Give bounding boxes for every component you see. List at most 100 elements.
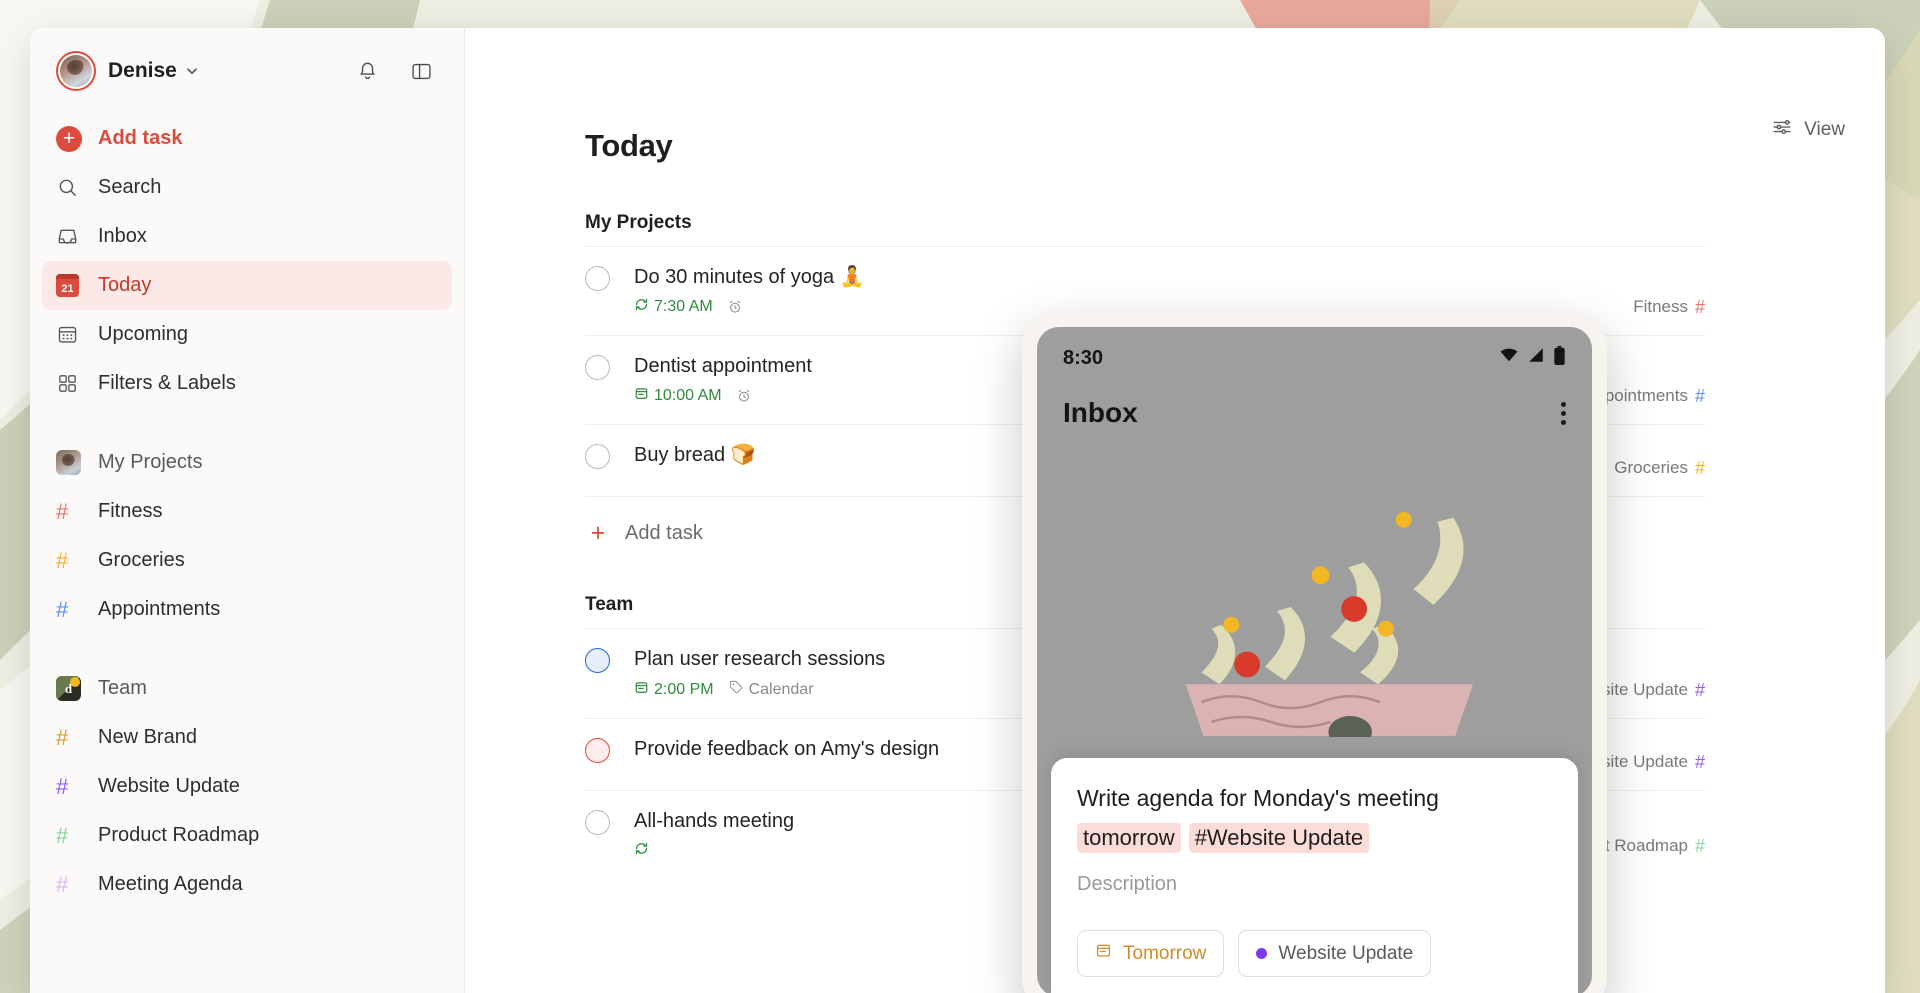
status-time: 8:30: [1063, 346, 1104, 369]
task-project-label: Fitness: [1633, 297, 1688, 316]
quick-add-actions: Tomorrow Website Update: [1077, 930, 1552, 977]
description-field[interactable]: Description: [1077, 873, 1552, 896]
phone-header: Inbox: [1037, 371, 1592, 429]
chip-date[interactable]: tomorrow: [1077, 823, 1181, 853]
phone-screen: 8:30 Inbox Write agenda for Monday's mee…: [1037, 327, 1592, 993]
task-label-text: Calendar: [748, 680, 814, 698]
calendar-icon: [634, 386, 649, 406]
hash-icon: #: [56, 773, 69, 799]
task-due-label: 10:00 AM: [654, 387, 722, 404]
sidebar-nav: + Add task Search Inbox 21 Today Upcomin…: [30, 114, 464, 909]
sidebar-group-label: Team: [98, 677, 147, 699]
hash-icon: #: [56, 822, 69, 848]
sidebar-item-upcoming[interactable]: Upcoming: [42, 310, 452, 359]
hash-icon: #: [1694, 752, 1705, 772]
sidebar-project-product-roadmap[interactable]: # Product Roadmap: [42, 811, 452, 860]
task-project-badge[interactable]: Fitness #: [1633, 297, 1705, 317]
task-checkbox[interactable]: [585, 810, 610, 835]
task-checkbox[interactable]: [585, 266, 610, 291]
filters-labels-icon: [56, 372, 86, 395]
sidebar-project-website-update[interactable]: # Website Update: [42, 762, 452, 811]
sidebar: Denise + Add task Search Inbox 21 Today …: [30, 28, 465, 993]
hash-icon: #: [56, 596, 69, 622]
project-select-button[interactable]: Website Update: [1238, 930, 1432, 977]
alarm-icon: [736, 388, 752, 404]
view-button[interactable]: View: [1771, 116, 1845, 144]
quick-add-task-sheet: Write agenda for Monday's meeting tomorr…: [1051, 758, 1578, 993]
team-workspace-icon: d: [56, 676, 86, 701]
bell-icon[interactable]: [350, 54, 384, 88]
sidebar-item-filters-labels[interactable]: Filters & Labels: [42, 359, 452, 408]
task-due-label: 7:30 AM: [654, 298, 713, 315]
kebab-menu-icon[interactable]: [1561, 401, 1566, 425]
recurring-icon: [634, 841, 649, 856]
my-projects-avatar: [56, 450, 86, 475]
phone-status-bar: 8:30: [1037, 327, 1592, 371]
hash-icon: #: [56, 871, 69, 897]
add-task-label: Add task: [625, 522, 703, 544]
sidebar-item-today[interactable]: 21 Today: [42, 261, 452, 310]
task-checkbox[interactable]: [585, 444, 610, 469]
calendar-grid-icon: [56, 323, 86, 346]
hash-icon: #: [1694, 386, 1705, 406]
task-label: Calendar: [728, 679, 814, 700]
sidebar-header: Denise: [30, 28, 464, 114]
sidebar-group-label: My Projects: [98, 451, 203, 473]
sidebar-project-appointments[interactable]: # Appointments: [42, 585, 452, 634]
calendar-icon: [1095, 942, 1112, 965]
page-title: Today: [585, 128, 673, 163]
sidebar-item-search[interactable]: Search: [42, 163, 452, 212]
sidebar-group-my-projects[interactable]: My Projects: [42, 438, 452, 487]
sidebar-project-groceries[interactable]: # Groceries: [42, 536, 452, 585]
task-title: Do 30 minutes of yoga 🧘: [634, 266, 865, 288]
hash-icon: #: [56, 724, 69, 750]
sidebar-project-meeting-agenda[interactable]: # Meeting Agenda: [42, 860, 452, 909]
hash-icon: #: [56, 547, 69, 573]
due-date-button[interactable]: Tomorrow: [1077, 930, 1225, 977]
user-name: Denise: [108, 59, 177, 82]
task-checkbox[interactable]: [585, 355, 610, 380]
hash-icon: #: [1694, 458, 1705, 478]
task-checkbox[interactable]: [585, 648, 610, 673]
sidebar-project-fitness[interactable]: # Fitness: [42, 487, 452, 536]
task-due: 10:00 AM: [634, 386, 722, 406]
sidebar-item-label: Today: [98, 274, 152, 296]
signal-icon: [1527, 346, 1545, 370]
sidebar-project-label: Fitness: [98, 500, 163, 522]
sidebar-item-add-task[interactable]: + Add task: [42, 114, 452, 163]
quick-add-task-title[interactable]: Write agenda for Monday's meeting: [1077, 784, 1552, 813]
avatar[interactable]: [56, 51, 96, 91]
quick-add-task-text: Write agenda for Monday's meeting: [1077, 785, 1439, 812]
task-due: 7:30 AM: [634, 297, 713, 317]
sidebar-group-team[interactable]: d Team: [42, 664, 452, 713]
inbox-icon: [56, 225, 86, 248]
panel-layout-icon[interactable]: [404, 54, 438, 88]
sidebar-item-label: Filters & Labels: [98, 372, 236, 394]
sidebar-project-new-brand[interactable]: # New Brand: [42, 713, 452, 762]
battery-icon: [1553, 345, 1566, 371]
task-project-label: Groceries: [1614, 458, 1688, 477]
plus-icon: +: [590, 519, 606, 547]
phone-mockup-overlay: 8:30 Inbox Write agenda for Monday's mee…: [1022, 312, 1607, 993]
wifi-icon: [1499, 345, 1519, 371]
sidebar-project-label: New Brand: [98, 726, 197, 748]
sliders-icon: [1771, 116, 1793, 144]
tag-icon: [728, 679, 744, 700]
task-project-badge[interactable]: Groceries #: [1614, 458, 1705, 478]
view-button-label: View: [1804, 119, 1845, 140]
sidebar-project-label: Product Roadmap: [98, 824, 260, 846]
calendar-today-icon: 21: [56, 274, 86, 297]
alarm-icon: [727, 299, 743, 315]
sidebar-item-label: Search: [98, 176, 162, 198]
hash-icon: #: [56, 498, 69, 524]
task-checkbox[interactable]: [585, 738, 610, 763]
sidebar-item-label: Add task: [98, 127, 183, 149]
empty-state-illustration: [1037, 477, 1592, 748]
hash-icon: #: [1694, 680, 1705, 700]
project-dot-icon: [1256, 948, 1268, 959]
sidebar-project-label: Meeting Agenda: [98, 873, 243, 895]
chip-project[interactable]: #Website Update: [1188, 823, 1370, 853]
sidebar-item-inbox[interactable]: Inbox: [42, 212, 452, 261]
chevron-down-icon[interactable]: [184, 63, 200, 79]
quick-add-chips: tomorrow #Website Update: [1077, 823, 1552, 853]
